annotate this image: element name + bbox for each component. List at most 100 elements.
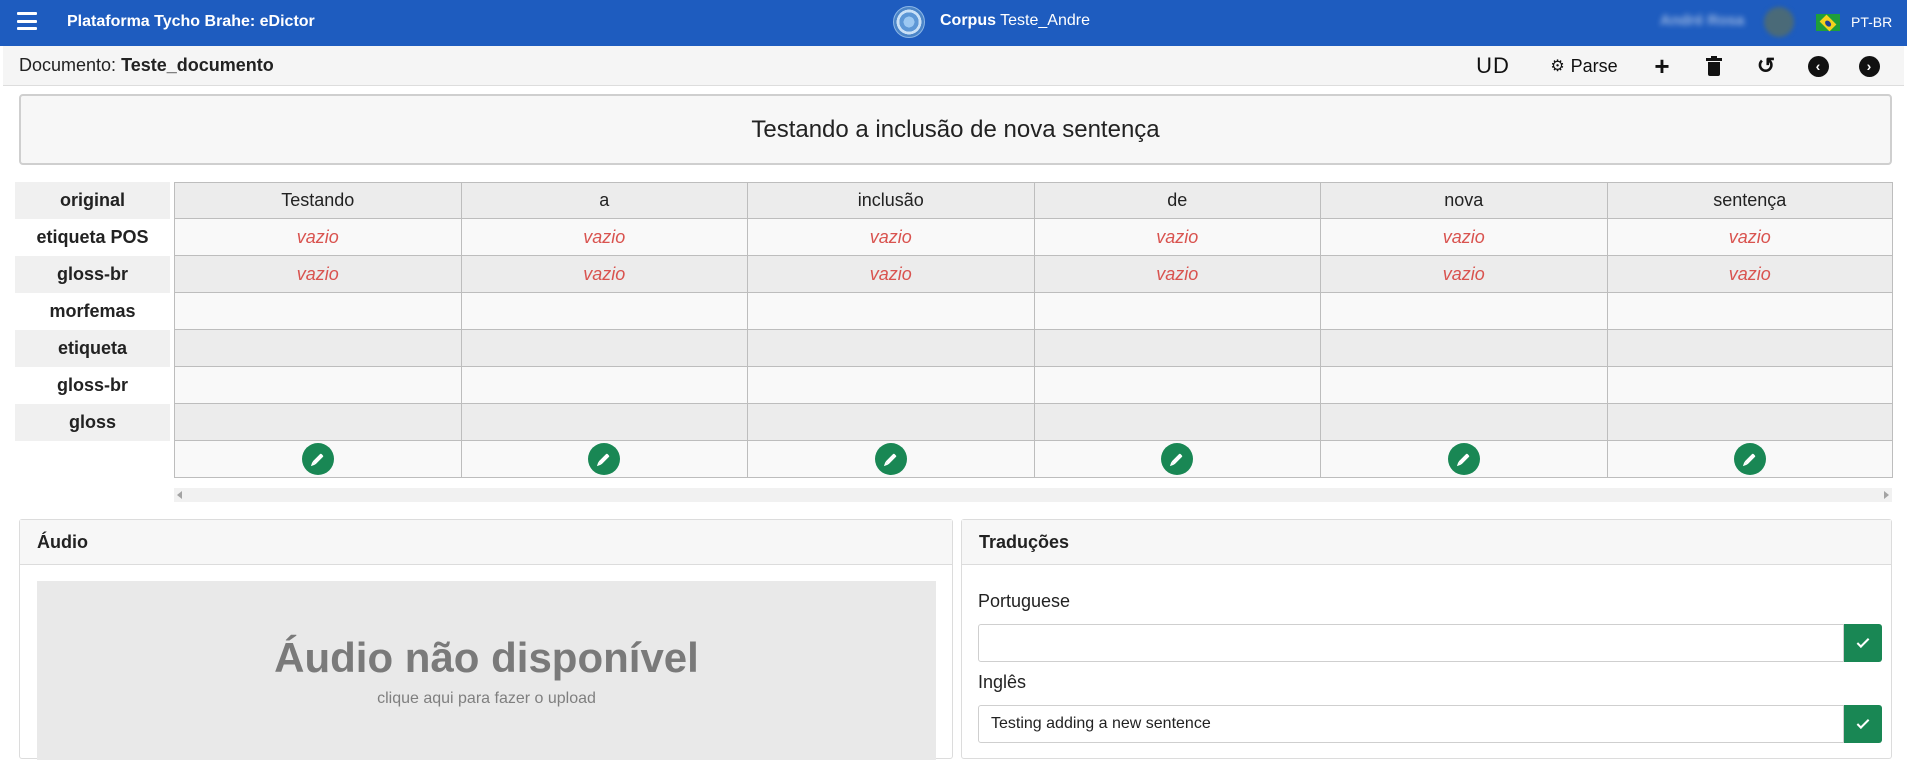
translation-input-portuguese[interactable] [978,624,1844,662]
edit-token-button[interactable] [1447,443,1480,475]
action-cell [1606,441,1893,478]
corpus-label[interactable]: Corpus Teste_Andre [940,12,1090,30]
edit-token-button[interactable] [1733,443,1766,475]
brazil-flag-icon[interactable] [1816,14,1840,31]
user-name[interactable]: André Rosa [1660,12,1744,29]
token-cell[interactable]: nova [1320,182,1607,219]
morpheme-tag-cell[interactable] [174,330,461,367]
morpheme-gloss-cell[interactable] [1606,404,1893,441]
row-label: gloss-br [15,256,170,293]
morpheme-cell[interactable] [1033,293,1320,330]
morpheme-gloss-cell[interactable] [174,404,461,441]
pos-cell[interactable]: vazio [1033,219,1320,256]
undo-icon: ↺ [1756,53,1776,78]
horizontal-scrollbar[interactable] [174,488,1892,502]
gloss-cell[interactable]: vazio [1320,256,1607,293]
action-cell [1033,441,1320,478]
audio-unavailable-text: Áudio não disponível [274,634,699,681]
audio-upload-area[interactable]: Áudio não disponível clique aqui para fa… [37,581,936,760]
row-label: etiqueta POS [15,219,170,256]
grid-row-morfemas: morfemas [15,293,1893,330]
gloss-cell[interactable]: vazio [174,256,461,293]
empty-value: vazio [1728,226,1771,247]
morpheme-tag-cell[interactable] [1606,330,1893,367]
delete-sentence-button[interactable] [1701,52,1727,80]
grid-row-gloss: gloss [15,404,1893,441]
gloss-cell[interactable]: vazio [747,256,1034,293]
sentence-text[interactable]: Testando a inclusão de nova sentença [19,94,1892,165]
row-label: original [15,182,170,219]
next-sentence-button[interactable]: › [1858,52,1880,80]
morpheme-tag-cell[interactable] [460,330,747,367]
gloss-cell[interactable]: vazio [1033,256,1320,293]
document-label: Documento: [19,55,117,75]
morpheme-cell[interactable] [1320,293,1607,330]
translation-input-english[interactable]: Testing adding a new sentence [978,705,1844,743]
trash-icon [1706,55,1722,76]
morpheme-gloss-cell[interactable] [460,404,747,441]
save-translation-button[interactable] [1844,624,1882,662]
pos-cell[interactable]: vazio [747,219,1034,256]
save-translation-button[interactable] [1844,705,1882,743]
menu-icon[interactable] [17,12,37,30]
pos-cell[interactable]: vazio [1606,219,1893,256]
morpheme-cell[interactable] [747,293,1034,330]
previous-sentence-button[interactable]: ‹ [1807,52,1829,80]
token-cell[interactable]: a [460,182,747,219]
edit-token-button[interactable] [874,443,907,475]
translations-panel: Traduções Portuguese Inglês Testing addi… [961,519,1892,759]
morpheme-gloss-cell[interactable] [747,404,1034,441]
grid-row-actions [15,441,1893,478]
morpheme-gloss-br-cell[interactable] [747,367,1034,404]
undo-button[interactable]: ↺ [1753,52,1779,80]
check-icon [1856,716,1870,729]
morpheme-cell[interactable] [1606,293,1893,330]
token-cell[interactable]: de [1033,182,1320,219]
morpheme-gloss-cell[interactable] [1033,404,1320,441]
add-sentence-button[interactable]: + [1649,51,1675,81]
app-title[interactable]: Plataforma Tycho Brahe: eDictor [67,13,315,31]
action-cell [460,441,747,478]
grid-row-morpheme-gloss-br: gloss-br [15,367,1893,404]
avatar[interactable] [1764,7,1794,37]
scroll-left-icon[interactable] [177,491,182,499]
edit-token-button[interactable] [1161,443,1194,475]
parse-label: Parse [1570,55,1618,76]
morpheme-cell[interactable] [174,293,461,330]
morpheme-gloss-br-cell[interactable] [460,367,747,404]
grid-row-original: original Testando a inclusão de nova sen… [15,182,1893,219]
pos-cell[interactable]: vazio [1320,219,1607,256]
empty-value: vazio [1728,263,1771,284]
morpheme-gloss-br-cell[interactable] [1033,367,1320,404]
token-row: Testando a inclusão de nova sentença [174,182,1893,219]
token-cell[interactable]: inclusão [747,182,1034,219]
document-name: Teste_documento [121,55,274,75]
corpus-prefix: Corpus [940,12,996,29]
parse-button[interactable]: ⚙ Parse [1543,52,1625,80]
pos-cell[interactable]: vazio [460,219,747,256]
morpheme-cell[interactable] [460,293,747,330]
empty-value: vazio [1442,226,1485,247]
pos-cell[interactable]: vazio [174,219,461,256]
token-cell[interactable]: sentença [1606,182,1893,219]
empty-value: vazio [869,263,912,284]
token-cell[interactable]: Testando [174,182,461,219]
morpheme-gloss-br-cell[interactable] [174,367,461,404]
morpheme-gloss-br-cell[interactable] [1606,367,1893,404]
language-selector[interactable]: PT-BR [1851,14,1892,30]
morpheme-tag-cell[interactable] [1320,330,1607,367]
empty-value: vazio [583,263,626,284]
morpheme-gloss-cell[interactable] [1320,404,1607,441]
pencil-icon [598,453,610,465]
morpheme-gloss-br-cell[interactable] [1320,367,1607,404]
edit-token-button[interactable] [301,443,334,475]
gloss-cell[interactable]: vazio [460,256,747,293]
scroll-right-icon[interactable] [1884,491,1889,499]
morpheme-tag-cell[interactable] [1033,330,1320,367]
chevron-left-icon: ‹ [1807,55,1829,77]
edit-token-button[interactable] [588,443,621,475]
ud-button[interactable]: UD [1473,52,1513,80]
grid-row-etiqueta: etiqueta [15,330,1893,367]
morpheme-tag-cell[interactable] [747,330,1034,367]
gloss-cell[interactable]: vazio [1606,256,1893,293]
